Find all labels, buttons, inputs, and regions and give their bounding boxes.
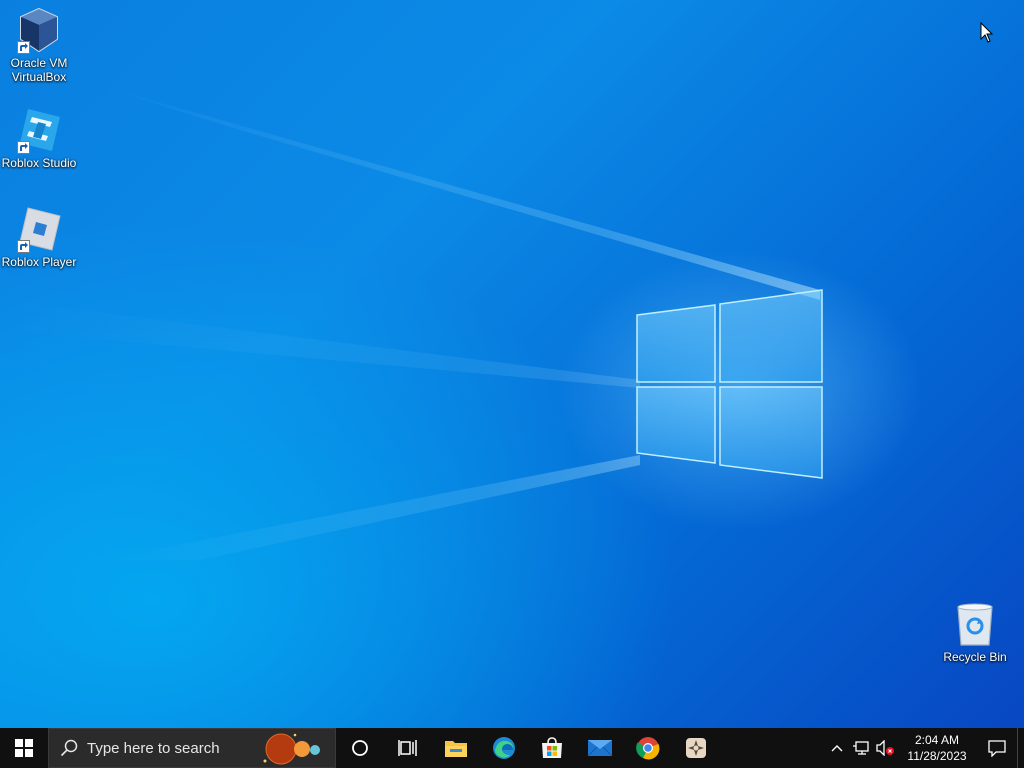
store-button[interactable] [528, 728, 576, 768]
desktop-icon-roblox-player[interactable]: Roblox Player [0, 205, 78, 269]
edge-icon [493, 737, 515, 759]
chrome-icon [636, 737, 660, 760]
desktop-icon-label: Recycle Bin [943, 650, 1007, 664]
start-button[interactable] [0, 728, 48, 768]
shortcut-arrow-icon [17, 141, 30, 154]
desktop-icon-roblox-studio[interactable]: Roblox Studio [0, 106, 78, 170]
chevron-up-icon [831, 745, 843, 752]
taskbar: Type here to search 2:04 AM 11/28/2023 [0, 728, 1024, 768]
desktop-icon-label: Roblox Player [1, 255, 77, 269]
edge-button[interactable] [480, 728, 528, 768]
chrome-button[interactable] [624, 728, 672, 768]
taskbar-search-box[interactable]: Type here to search [48, 728, 336, 768]
clock-date: 11/28/2023 [907, 749, 967, 763]
search-icon [59, 738, 79, 758]
virtualbox-icon [15, 6, 63, 54]
desktop-background[interactable]: Oracle VM VirtualBox Roblox Studio Roblo… [0, 0, 1024, 728]
desktop-icon-label: Oracle VM VirtualBox [10, 56, 68, 84]
volume-muted-icon [876, 740, 894, 756]
desktop-icon-recycle-bin[interactable]: Recycle Bin [936, 600, 1014, 664]
action-center-button[interactable] [977, 728, 1017, 768]
wallpaper-light-beams [0, 80, 820, 560]
file-explorer-icon [445, 741, 467, 757]
system-tray: 2:04 AM 11/28/2023 [825, 728, 1024, 768]
shortcut-arrow-icon [17, 41, 30, 54]
show-hidden-icons-button[interactable] [825, 728, 849, 768]
mouse-cursor-icon [980, 22, 994, 43]
task-view-button[interactable] [384, 728, 432, 768]
network-icon [853, 741, 869, 755]
notification-icon [988, 740, 1006, 757]
desktop-icon-virtualbox[interactable]: Oracle VM VirtualBox [0, 6, 78, 84]
clock-time: 2:04 AM [914, 733, 960, 747]
recycle-bin-icon [951, 600, 999, 648]
cortana-button[interactable] [336, 728, 384, 768]
network-button[interactable] [849, 728, 873, 768]
taskbar-clock[interactable]: 2:04 AM 11/28/2023 [897, 732, 977, 764]
cortana-icon [352, 740, 368, 756]
volume-button[interactable] [873, 728, 897, 768]
mail-icon [587, 740, 613, 757]
roblox-player-icon [15, 205, 63, 253]
app-icon [686, 738, 706, 758]
show-desktop-button[interactable] [1017, 728, 1024, 768]
file-explorer-button[interactable] [432, 728, 480, 768]
windows-start-icon [15, 739, 33, 757]
app-button[interactable] [672, 728, 720, 768]
desktop-icon-label: Roblox Studio [1, 156, 77, 170]
mail-button[interactable] [576, 728, 624, 768]
store-icon [542, 737, 562, 758]
search-placeholder: Type here to search [87, 739, 220, 757]
wallpaper-windows-logo [636, 289, 823, 479]
search-highlight-planets-icon [263, 733, 320, 765]
shortcut-arrow-icon [17, 240, 30, 253]
task-view-icon [398, 740, 417, 756]
roblox-studio-icon [15, 106, 63, 154]
